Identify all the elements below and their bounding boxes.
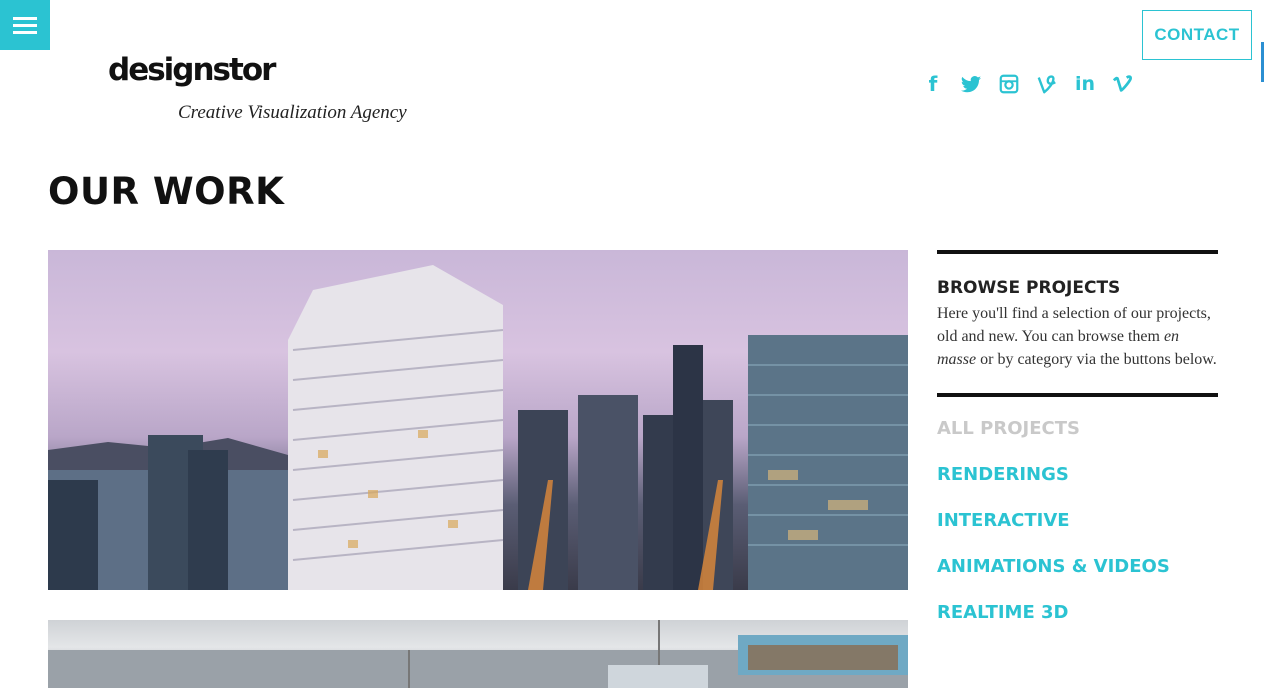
logo-wordmark: designstor [108, 52, 276, 88]
hamburger-icon-bar [13, 16, 37, 20]
logo-tagline: Creative Visualization Agency [178, 102, 407, 123]
instagram-icon[interactable] [998, 70, 1020, 98]
vimeo-icon[interactable] [1112, 70, 1134, 98]
browse-title: BROWSE PROJECTS [937, 278, 1121, 298]
filter-animations-videos[interactable]: ANIMATIONS & VIDEOS [937, 557, 1218, 603]
category-filter-list: ALL PROJECTS RENDERINGS INTERACTIVE ANIM… [937, 419, 1218, 649]
twitter-icon[interactable] [960, 70, 982, 98]
menu-button[interactable] [0, 0, 50, 50]
hamburger-icon-bar [13, 23, 37, 27]
filter-renderings[interactable]: RENDERINGS [937, 465, 1218, 511]
divider [937, 393, 1218, 397]
project-image-tower[interactable] [48, 250, 908, 590]
divider [937, 250, 1218, 254]
logo[interactable]: designstor Creative Visualization Agency [108, 50, 407, 123]
browse-sidebar: BROWSE PROJECTS Here you'll find a selec… [937, 250, 1218, 649]
project-image-interior[interactable] [48, 620, 908, 688]
linkedin-icon[interactable]: in [1074, 70, 1096, 98]
vine-icon[interactable] [1036, 70, 1058, 98]
page-title: OUR WORK [48, 170, 285, 213]
social-links: f in [922, 70, 1134, 98]
cityscape-illustration [48, 265, 908, 590]
contact-button[interactable]: CONTACT [1142, 10, 1252, 60]
filter-all-projects[interactable]: ALL PROJECTS [937, 419, 1218, 465]
facebook-icon[interactable]: f [922, 70, 944, 98]
filter-interactive[interactable]: INTERACTIVE [937, 511, 1218, 557]
interior-illustration [48, 620, 908, 688]
filter-realtime-3d[interactable]: REALTIME 3D [937, 603, 1218, 649]
hamburger-icon-bar [13, 30, 37, 34]
browse-description: Here you'll find a selection of our proj… [937, 305, 1217, 368]
